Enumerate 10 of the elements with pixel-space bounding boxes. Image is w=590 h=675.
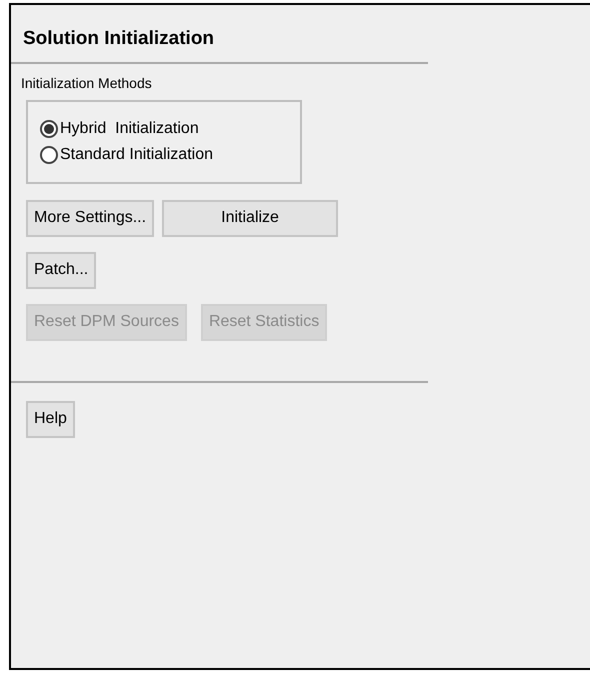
action-button[interactable]: Initialize (162, 200, 338, 236)
action-button[interactable]: More Settings... (26, 200, 154, 236)
radio-button[interactable] (40, 120, 58, 138)
panel-title: Solution Initialization (23, 27, 216, 51)
radio-button[interactable] (40, 146, 58, 164)
radio-option[interactable]: Hybrid Initialization (40, 116, 300, 140)
help-button[interactable]: Help (26, 400, 75, 438)
group-label: Initialization Methods (21, 74, 153, 92)
action-button[interactable]: Patch... (26, 252, 96, 288)
radio-option[interactable]: Standard Initialization (40, 142, 300, 166)
